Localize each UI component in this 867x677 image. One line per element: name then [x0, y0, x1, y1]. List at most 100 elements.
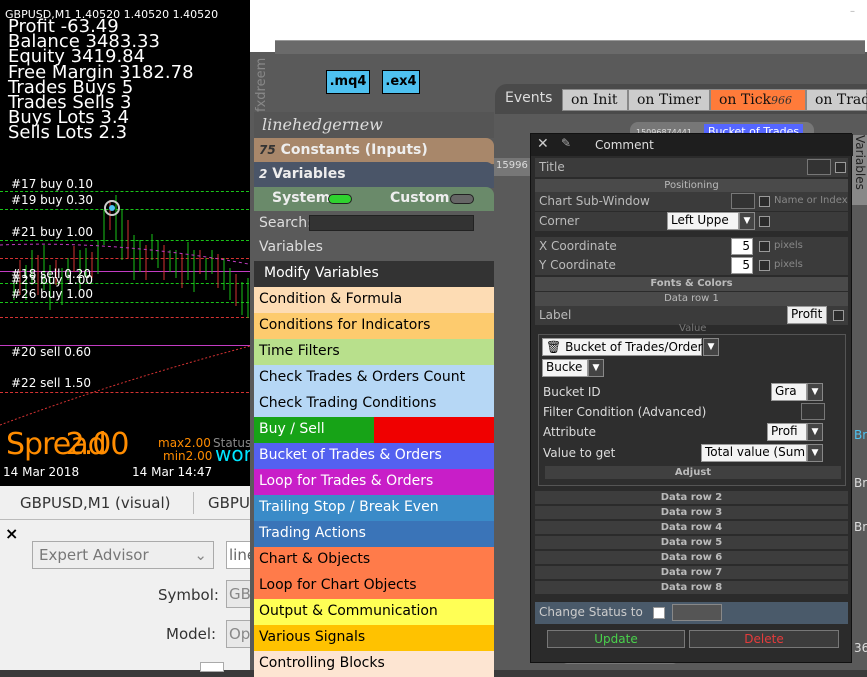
label-checkbox[interactable] [833, 310, 844, 321]
sidebar-item[interactable]: Trading Actions [254, 521, 494, 547]
x-checkbox[interactable] [759, 241, 770, 252]
fonts-colors-section[interactable]: Fonts & Colors [535, 277, 848, 291]
data-row-section[interactable]: Data row 5 [535, 536, 848, 549]
system-toggle[interactable] [328, 194, 352, 204]
tab-on-trade[interactable]: on Trad [806, 89, 867, 111]
update-button[interactable]: Update [547, 630, 685, 648]
sidebar-item[interactable]: Modify Variables [254, 261, 494, 287]
tab-gbpusd-visual[interactable]: GBPUSD,M1 (visual) [20, 494, 170, 512]
attribute-select[interactable]: Profi [767, 423, 807, 441]
search-input[interactable] [309, 215, 474, 231]
sidebar-item[interactable]: Condition & Formula [254, 287, 494, 313]
data-row-section[interactable]: Data row 8 [535, 581, 848, 594]
constants-header[interactable]: 75 Constants (Inputs) [254, 138, 494, 164]
tab-on-tick[interactable]: on Tick966 [710, 89, 806, 111]
subwindow-label: Chart Sub-Window [539, 194, 650, 208]
variables-header[interactable]: 2 Variables [254, 162, 494, 188]
model-label: Model: [166, 625, 217, 643]
chevron-down-icon[interactable]: ▼ [807, 383, 823, 401]
chevron-down-icon[interactable]: ▼ [807, 444, 823, 462]
data-row-section[interactable]: Data row 4 [535, 521, 848, 534]
tab-gbpusd-2[interactable]: GBPU [208, 494, 250, 512]
sidebar-item[interactable]: Variables [254, 235, 494, 261]
sidebar-item[interactable]: Chart & Objects [254, 547, 494, 573]
order-label: #21 buy 1.00 [11, 225, 93, 239]
mq4-button[interactable]: .mq4 [326, 70, 370, 94]
value-to-get-label: Value to get [543, 446, 616, 460]
value-to-get-select[interactable]: Total value (Sum [701, 444, 807, 462]
right-variables-tab[interactable]: Variables [852, 135, 867, 205]
panel-header: ✕ ✎ Comment [531, 134, 853, 156]
spread-display: Spread2.00 [6, 427, 129, 462]
change-status-row: Change Status to [535, 602, 848, 624]
order-label: #17 buy 0.10 [11, 177, 93, 191]
change-status-color[interactable] [672, 604, 722, 621]
sidebar-item[interactable]: Loop for Trades & Orders [254, 469, 494, 495]
chevron-down-icon[interactable]: ▼ [588, 359, 604, 377]
panel-title: Comment [595, 138, 654, 152]
bucket-id-select[interactable]: Gra [771, 383, 807, 401]
constants-count: 75 [259, 143, 276, 157]
label-input[interactable]: Profit [787, 306, 827, 324]
subwindow-row: Chart Sub-Window Name or Index [535, 192, 848, 211]
title-checkbox[interactable] [835, 162, 846, 173]
sidebar-item[interactable]: Controlling Blocks [254, 651, 494, 677]
expert-type-value: Expert Advisor [39, 546, 149, 564]
x-coordinate-label: X Coordinate [539, 239, 617, 253]
canvas-node-id[interactable]: 15996 [494, 158, 534, 176]
sidebar-item[interactable]: Output & Communication [254, 599, 494, 625]
price-chart[interactable]: GBPUSD,M1 1.40520 1.40520 1.40520 Profit… [0, 0, 254, 486]
corner-checkbox[interactable] [759, 216, 770, 227]
checkbox[interactable] [200, 662, 224, 672]
order-label: #23 buy 1.00 [11, 273, 93, 287]
sidebar-item[interactable]: Check Trades & Orders Count [254, 365, 494, 391]
filter-input[interactable] [801, 403, 825, 420]
sidebar-item[interactable]: Trailing Stop / Break Even [254, 495, 494, 521]
window-minimize-icon[interactable]: – [850, 6, 855, 17]
close-icon[interactable]: × [5, 524, 18, 543]
spread-min: min2.00 [163, 449, 213, 463]
chevron-down-icon[interactable]: ▼ [703, 338, 719, 356]
data-row-1-section[interactable]: Data row 1 [535, 292, 848, 306]
ex4-button[interactable]: .ex4 [382, 70, 420, 94]
custom-toggle[interactable] [450, 194, 474, 204]
data-row-section[interactable]: Data row 6 [535, 551, 848, 564]
sidebar-item[interactable]: Time Filters [254, 339, 494, 365]
data-row-section[interactable]: Data row 7 [535, 566, 848, 579]
sidebar-item[interactable]: Check Trading Conditions [254, 391, 494, 417]
sidebar-item[interactable]: Various Signals [254, 625, 494, 651]
close-icon[interactable]: ✕ [537, 136, 549, 152]
bucket-sub-select[interactable]: Bucke [542, 359, 588, 377]
search-row: Search: [254, 211, 494, 235]
subwindow-input[interactable] [731, 193, 755, 209]
corner-select[interactable]: Left Uppe [667, 212, 739, 230]
tab-on-timer[interactable]: on Timer [628, 89, 710, 111]
data-row-section[interactable]: Data row 2 [535, 491, 848, 504]
bucket-source-value: Bucket of Trades/Orders [565, 340, 709, 354]
chevron-down-icon[interactable]: ▼ [807, 423, 823, 441]
value-bucket-box: 🗑 Bucket of Trades/Orders ▼ Bucke ▼ Buck… [538, 334, 846, 486]
order-label: #26 buy 1.00 [11, 287, 93, 301]
subwindow-checkbox[interactable] [759, 196, 770, 207]
sidebar-item[interactable]: Bucket of Trades & Orders [254, 443, 494, 469]
sidebar-item[interactable]: Conditions for Indicators [254, 313, 494, 339]
y-coordinate-input[interactable]: 5 [731, 257, 753, 274]
y-checkbox[interactable] [759, 260, 770, 271]
x-coordinate-input[interactable]: 5 [731, 238, 753, 255]
data-row-section[interactable]: Data row 3 [535, 506, 848, 519]
sidebar-item[interactable]: Loop for Chart Objects [254, 573, 494, 599]
chevron-down-icon[interactable]: ▼ [739, 212, 755, 230]
change-status-checkbox[interactable] [653, 607, 665, 619]
adjust-section[interactable]: Adjust [545, 466, 841, 479]
filter-label: Filter Condition (Advanced) [543, 405, 707, 419]
y-pixels-label: pixels [774, 259, 803, 270]
bucket-source-select[interactable]: 🗑 Bucket of Trades/Orders [542, 338, 709, 356]
sidebar-item[interactable]: Buy / Sell [254, 417, 494, 443]
tab-divider [193, 492, 194, 514]
title-color-picker[interactable] [807, 159, 831, 175]
tab-on-init[interactable]: on Init [562, 89, 628, 111]
project-name[interactable]: linehedgernew [254, 112, 494, 138]
expert-type-select[interactable]: Expert Advisor ⌄ [32, 541, 214, 569]
delete-button[interactable]: Delete [689, 630, 839, 648]
pin-icon[interactable]: ✎ [561, 136, 571, 150]
